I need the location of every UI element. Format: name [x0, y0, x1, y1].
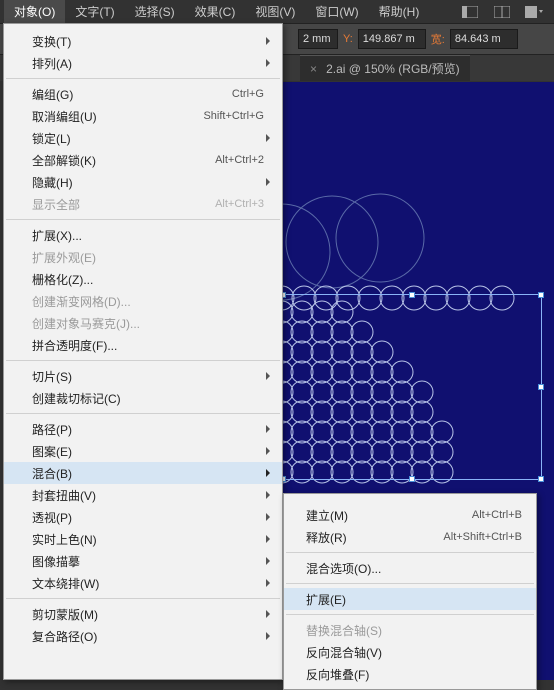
menu-item-label: 混合选项(O)... — [306, 560, 522, 577]
menu-type[interactable]: 文字(T) — [65, 0, 124, 23]
menu-item-label: 实时上色(N) — [32, 531, 264, 548]
menu-window[interactable]: 窗口(W) — [305, 0, 368, 23]
selection-box[interactable] — [282, 294, 542, 480]
w-field[interactable]: 84.643 m — [450, 29, 518, 49]
menu-item: 创建对象马赛克(J)... — [4, 312, 282, 334]
menu-item[interactable]: 路径(P) — [4, 418, 282, 440]
handle-e[interactable] — [538, 384, 544, 390]
menu-item[interactable]: 透视(P) — [4, 506, 282, 528]
menu-item[interactable]: 变换(T) — [4, 30, 282, 52]
menu-item[interactable]: 复合路径(O) — [4, 625, 282, 647]
menu-item-label: 图像描摹 — [32, 553, 264, 570]
menu-item[interactable]: 隐藏(H) — [4, 171, 282, 193]
menu-item: 创建渐变网格(D)... — [4, 290, 282, 312]
menu-item-label: 取消编组(U) — [32, 108, 203, 125]
x-icon[interactable]: × — [310, 62, 317, 76]
menu-item[interactable]: 锁定(L) — [4, 127, 282, 149]
menu-item-label: 扩展外观(E) — [32, 249, 264, 266]
menu-shortcut: Alt+Ctrl+3 — [215, 198, 264, 210]
menu-item-label: 锁定(L) — [32, 130, 264, 147]
y-label: Y: — [340, 32, 356, 46]
menu-item[interactable]: 图像描摹 — [4, 550, 282, 572]
menu-item-label: 编组(G) — [32, 86, 232, 103]
dropdown-icon[interactable] — [522, 3, 546, 21]
menu-view[interactable]: 视图(V) — [245, 0, 305, 23]
menu-item-label: 全部解锁(K) — [32, 152, 215, 169]
menu-item-label: 隐藏(H) — [32, 174, 264, 191]
menu-item[interactable]: 实时上色(N) — [4, 528, 282, 550]
menu-item-label: 释放(R) — [306, 529, 443, 546]
menu-shortcut: Alt+Ctrl+B — [472, 509, 522, 521]
menu-shortcut: Ctrl+G — [232, 88, 264, 100]
menu-item[interactable]: 封套扭曲(V) — [4, 484, 282, 506]
document-tab[interactable]: × 2.ai @ 150% (RGB/预览) — [300, 55, 470, 81]
menu-item-label: 文本绕排(W) — [32, 575, 264, 592]
menu-item-label: 创建渐变网格(D)... — [32, 293, 264, 310]
handle-n[interactable] — [409, 292, 415, 298]
menu-item[interactable]: 建立(M)Alt+Ctrl+B — [284, 504, 536, 526]
menu-item-label: 替换混合轴(S) — [306, 622, 522, 639]
menu-item: 替换混合轴(S) — [284, 619, 536, 641]
menu-item[interactable]: 取消编组(U)Shift+Ctrl+G — [4, 105, 282, 127]
menu-item-label: 排列(A) — [32, 55, 264, 72]
w-label: 宽: — [428, 30, 448, 48]
menu-item-label: 建立(M) — [306, 507, 472, 524]
menu-shortcut: Alt+Shift+Ctrl+B — [443, 531, 522, 543]
menu-item-label: 剪切蒙版(M) — [32, 606, 264, 623]
menu-effect[interactable]: 效果(C) — [185, 0, 246, 23]
menu-item[interactable]: 栅格化(Z)... — [4, 268, 282, 290]
menu-item-label: 混合(B) — [32, 465, 264, 482]
blend-submenu: 建立(M)Alt+Ctrl+B释放(R)Alt+Shift+Ctrl+B混合选项… — [283, 493, 537, 690]
menu-item: 显示全部Alt+Ctrl+3 — [4, 193, 282, 215]
x-field[interactable]: 2 mm — [298, 29, 338, 49]
menu-item[interactable]: 拼合透明度(F)... — [4, 334, 282, 356]
menu-item[interactable]: 剪切蒙版(M) — [4, 603, 282, 625]
menu-item[interactable]: 排列(A) — [4, 52, 282, 74]
menu-item[interactable]: 全部解锁(K)Alt+Ctrl+2 — [4, 149, 282, 171]
menu-item-label: 扩展(E) — [306, 591, 522, 608]
menu-item[interactable]: 反向堆叠(F) — [284, 663, 536, 685]
arrange-icon[interactable] — [490, 3, 514, 21]
menu-item-label: 图案(E) — [32, 443, 264, 460]
menu-item-label: 透视(P) — [32, 509, 264, 526]
menu-item[interactable]: 混合选项(O)... — [284, 557, 536, 579]
tab-label: 2.ai @ 150% (RGB/预览) — [326, 62, 460, 76]
menu-item[interactable]: 切片(S) — [4, 365, 282, 387]
menu-item-label: 创建对象马赛克(J)... — [32, 315, 264, 332]
layout-icon[interactable] — [458, 3, 482, 21]
menu-shortcut: Alt+Ctrl+2 — [215, 154, 264, 166]
menu-item-label: 复合路径(O) — [32, 628, 264, 645]
menu-object[interactable]: 对象(O) — [4, 0, 65, 23]
y-field[interactable]: 149.867 m — [358, 29, 426, 49]
menu-item-label: 变换(T) — [32, 33, 264, 50]
menu-item-label: 路径(P) — [32, 421, 264, 438]
menu-item: 扩展外观(E) — [4, 246, 282, 268]
handle-se[interactable] — [538, 476, 544, 482]
menu-item[interactable]: 图案(E) — [4, 440, 282, 462]
menu-item-label: 封套扭曲(V) — [32, 487, 264, 504]
menu-item[interactable]: 扩展(E) — [284, 588, 536, 610]
menu-item-label: 扩展(X)... — [32, 227, 264, 244]
handle-s[interactable] — [409, 476, 415, 482]
menu-item[interactable]: 混合(B) — [4, 462, 282, 484]
menu-help[interactable]: 帮助(H) — [369, 0, 430, 23]
menu-item-label: 拼合透明度(F)... — [32, 337, 264, 354]
menu-item-label: 反向混合轴(V) — [306, 644, 522, 661]
menu-item[interactable]: 编组(G)Ctrl+G — [4, 83, 282, 105]
menubar: 对象(O) 文字(T) 选择(S) 效果(C) 视图(V) 窗口(W) 帮助(H… — [0, 0, 554, 23]
object-menu: 变换(T)排列(A)编组(G)Ctrl+G取消编组(U)Shift+Ctrl+G… — [3, 23, 283, 680]
handle-ne[interactable] — [538, 292, 544, 298]
menu-select[interactable]: 选择(S) — [125, 0, 185, 23]
menu-item-label: 创建裁切标记(C) — [32, 390, 264, 407]
menu-item[interactable]: 释放(R)Alt+Shift+Ctrl+B — [284, 526, 536, 548]
menu-item-label: 栅格化(Z)... — [32, 271, 264, 288]
menu-item[interactable]: 创建裁切标记(C) — [4, 387, 282, 409]
menu-item[interactable]: 扩展(X)... — [4, 224, 282, 246]
menu-item-label: 切片(S) — [32, 368, 264, 385]
menu-item-label: 显示全部 — [32, 196, 215, 213]
menu-shortcut: Shift+Ctrl+G — [203, 110, 264, 122]
menu-item[interactable]: 反向混合轴(V) — [284, 641, 536, 663]
menu-item[interactable]: 文本绕排(W) — [4, 572, 282, 594]
